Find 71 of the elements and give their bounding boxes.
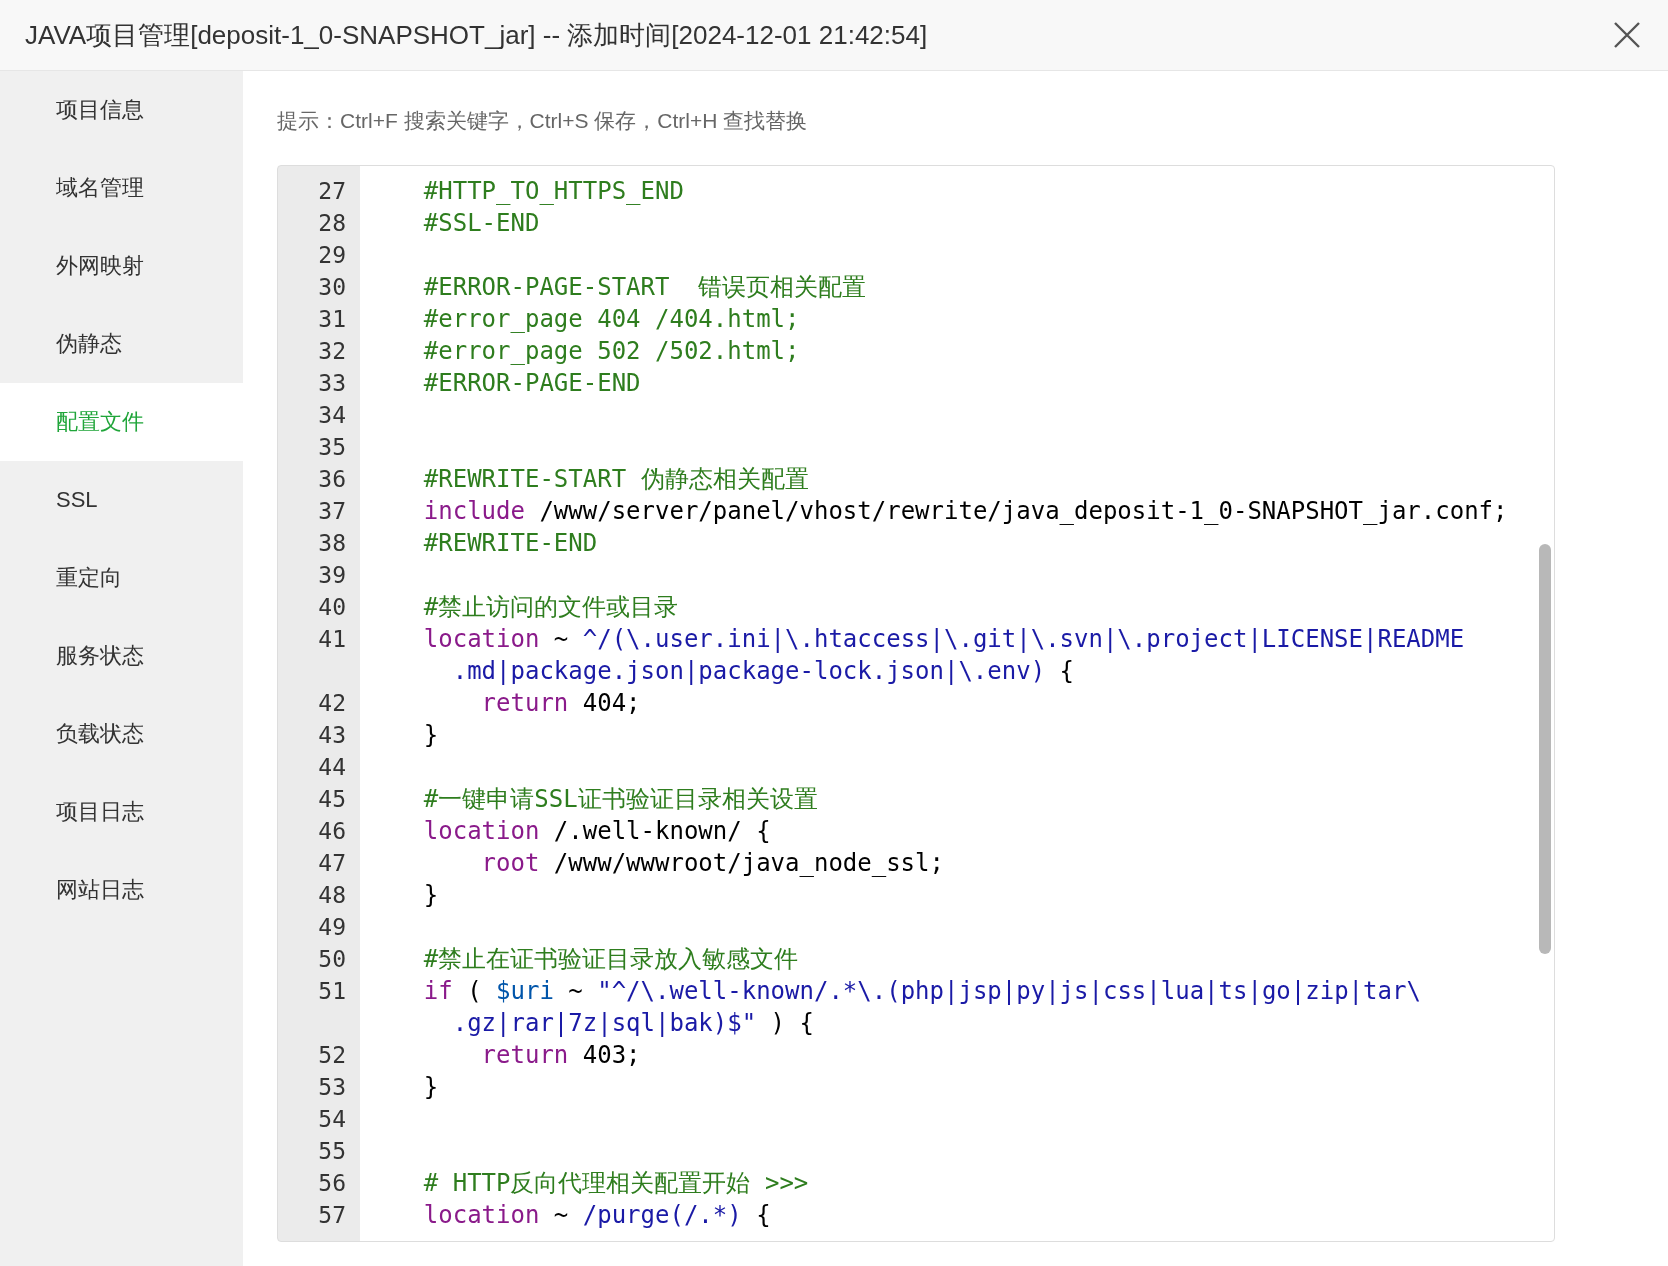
hint-text: 提示：Ctrl+F 搜索关键字，Ctrl+S 保存，Ctrl+H 查找替换 [277, 108, 809, 129]
sidebar-item[interactable]: 负载状态 [0, 695, 243, 773]
line-number: 45 [317, 786, 346, 812]
line-number: 49 [317, 914, 346, 940]
code-line: } [422, 881, 439, 909]
sidebar-item[interactable]: 外网映射 [0, 227, 243, 305]
code-line: .gz|rar|7z|sql|bak)$" ) { [451, 1009, 814, 1037]
sidebar-item[interactable]: 项目信息 [0, 71, 243, 149]
sidebar-item[interactable]: 域名管理 [0, 149, 243, 227]
sidebar-item[interactable]: 网站日志 [0, 851, 243, 929]
line-number: 56 [317, 1170, 346, 1196]
line-number: 47 [317, 850, 346, 876]
code-line: location ~ ^/(\.user.ini|\.htaccess|\.git|\.svn|\.project|LICENSE|README [422, 625, 1465, 653]
code-line: .md|package.json|package-lock.json|\.env) { [451, 657, 1075, 685]
line-number: 50 [317, 946, 346, 972]
code-line: root /www/wwwroot/java_node_ssl; [480, 849, 944, 877]
code-line: #error_page 502 /502.html; [422, 337, 800, 365]
line-number: 57 [317, 1202, 346, 1228]
line-number: 37 [317, 498, 346, 524]
code-line: location ~ /purge(/.*) { [422, 1201, 771, 1229]
line-number: 41 [317, 626, 346, 652]
line-number: 38 [317, 530, 346, 556]
line-number: 33 [317, 370, 346, 396]
code-line: location /.well-known/ { [422, 817, 771, 845]
sidebar-item[interactable]: SSL [0, 461, 243, 539]
code-line: } [422, 1073, 439, 1101]
line-number: 34 [317, 402, 346, 428]
line-number: 48 [317, 882, 346, 908]
sidebar-item[interactable]: 项目日志 [0, 773, 243, 851]
line-number: 28 [317, 210, 346, 236]
line-number: 31 [317, 306, 346, 332]
code-editor[interactable] [277, 165, 1555, 1242]
line-number: 39 [317, 562, 346, 588]
code-line: #ERROR-PAGE-START 错误页相关配置 [422, 272, 867, 303]
line-number: 42 [317, 690, 346, 716]
code-line: #error_page 404 /404.html; [422, 305, 800, 333]
code-line: #ERROR-PAGE-END [422, 369, 641, 397]
close-icon[interactable] [1614, 22, 1640, 48]
code-line: return 403; [480, 1041, 641, 1069]
scrollbar[interactable] [1539, 544, 1551, 954]
code-line: #一键申请SSL证书验证目录相关设置 [422, 784, 818, 815]
line-number: 36 [317, 466, 346, 492]
line-number: 43 [317, 722, 346, 748]
code-line: # HTTP反向代理相关配置开始 >>> [422, 1168, 809, 1199]
window-title: JAVA项目管理[deposit-1_0-SNAPSHOT_jar] -- 添加时间[2024-12-01 21:42:54] [25, 18, 928, 52]
code-line: return 404; [480, 689, 641, 717]
sidebar-item[interactable]: 重定向 [0, 539, 243, 617]
line-number: 51 [317, 978, 346, 1004]
line-number: 40 [317, 594, 346, 620]
code-line: #禁止在证书验证目录放入敏感文件 [422, 944, 799, 975]
code-line: #REWRITE-START 伪静态相关配置 [422, 464, 809, 495]
line-number: 53 [317, 1074, 346, 1100]
code-line: #HTTP_TO_HTTPS_END [422, 177, 684, 205]
line-number: 29 [317, 242, 346, 268]
code-line: include /www/server/panel/vhost/rewrite/java_deposit-1_0-SNAPSHOT_jar.conf; [422, 497, 1508, 525]
line-number: 32 [317, 338, 346, 364]
sidebar-item[interactable]: 伪静态 [0, 305, 243, 383]
code-line: #禁止访问的文件或目录 [422, 592, 679, 623]
code-line: #REWRITE-END [422, 529, 598, 557]
line-number: 54 [317, 1106, 346, 1132]
line-number: 44 [317, 754, 346, 780]
line-number: 52 [317, 1042, 346, 1068]
line-number: 35 [317, 434, 346, 460]
code-line: } [422, 721, 439, 749]
line-number: 46 [317, 818, 346, 844]
sidebar-item[interactable]: 服务状态 [0, 617, 243, 695]
line-number: 30 [317, 274, 346, 300]
code-line: #SSL-END [422, 209, 540, 237]
line-number: 27 [317, 178, 346, 204]
code-line: if ( $uri ~ "^/\.well-known/.*\.(php|jsp|py|js|css|lua|ts|go|zip|tar\ [422, 977, 1421, 1005]
line-number: 55 [317, 1138, 346, 1164]
